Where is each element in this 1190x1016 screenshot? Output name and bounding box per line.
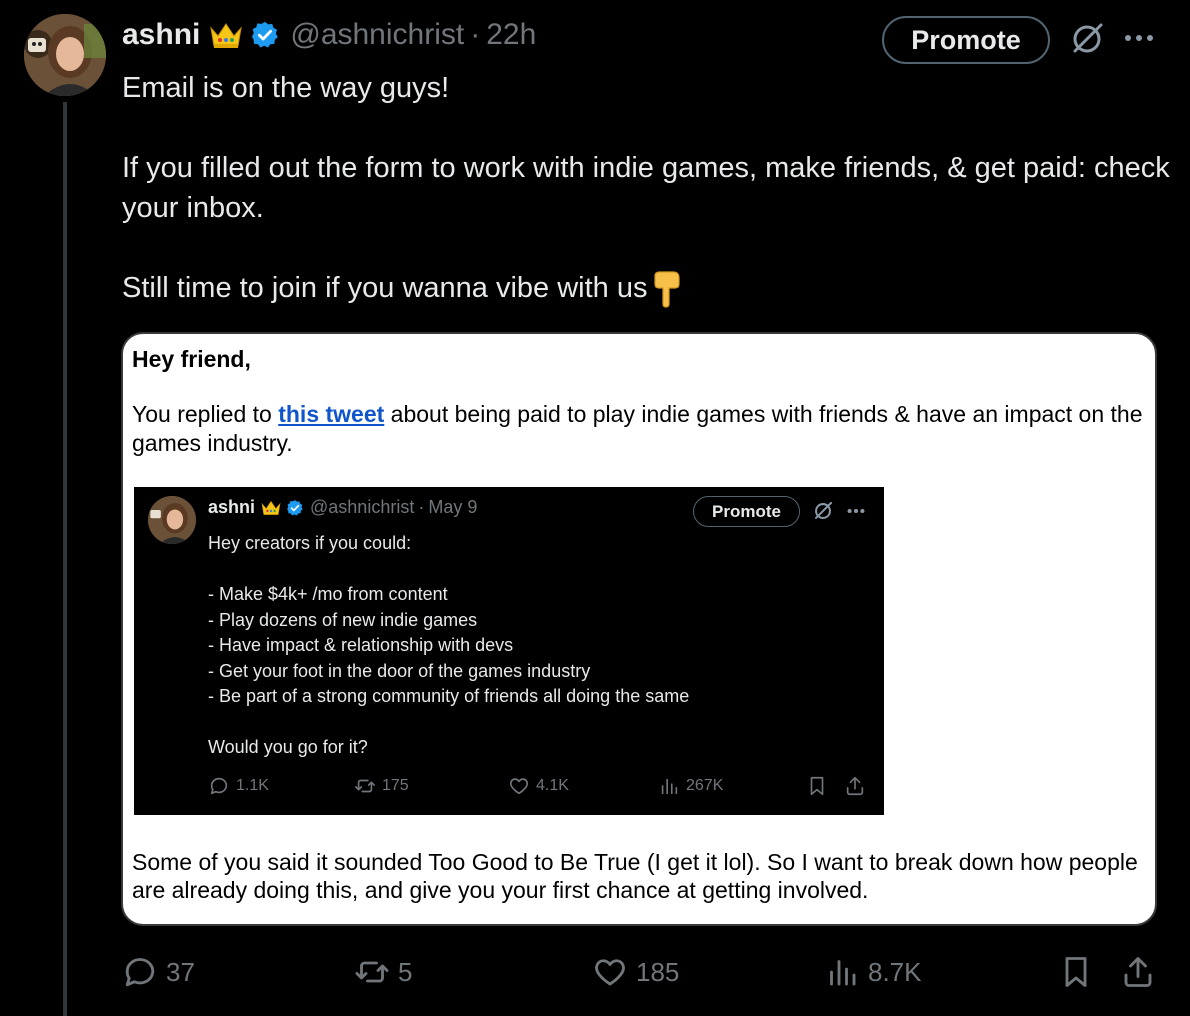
verified-badge-icon bbox=[252, 21, 279, 48]
email-paragraph-2: Some of you said it sounded Too Good to … bbox=[132, 849, 1138, 903]
tweet-header: ashni @ashnichrist · 22h bbox=[122, 14, 536, 56]
embedded-reply-count: 1.1K bbox=[236, 777, 269, 794]
embedded-handle: @ashnichrist bbox=[310, 497, 415, 517]
embedded-date: May 9 bbox=[428, 497, 478, 517]
crown-emoji-icon bbox=[261, 500, 281, 515]
avatar[interactable] bbox=[24, 14, 106, 96]
crown-emoji-icon bbox=[210, 23, 243, 48]
tweet-time[interactable]: 22h bbox=[486, 18, 536, 52]
embedded-intro: Hey creators if you could: bbox=[208, 533, 412, 553]
embedded-tweet: ashni @ashnichrist · May 9 Promote Hey c… bbox=[134, 487, 884, 815]
views-icon bbox=[830, 960, 856, 986]
embedded-author-name: ashni bbox=[208, 497, 256, 517]
embedded-share bbox=[844, 775, 872, 797]
no-hide-icon[interactable] bbox=[1068, 20, 1106, 58]
more-icon bbox=[847, 508, 865, 514]
embedded-like: 4.1K bbox=[508, 775, 569, 797]
author-name[interactable]: ashni bbox=[122, 18, 200, 52]
views-count: 8.7K bbox=[868, 956, 922, 987]
reply-count: 37 bbox=[166, 956, 195, 987]
tweet-line-1: Email is on the way guys! bbox=[122, 72, 450, 104]
embedded-text: Hey creators if you could: - Make $4k+ /… bbox=[208, 531, 848, 761]
no-hide-icon bbox=[815, 501, 833, 519]
share-icon bbox=[1124, 957, 1152, 987]
embedded-views: 267K bbox=[658, 775, 723, 797]
embedded-bullet-1: - Make $4k+ /mo from content bbox=[208, 584, 448, 604]
reply-button[interactable]: 37 bbox=[122, 950, 195, 994]
this-tweet-link[interactable]: this tweet bbox=[278, 401, 384, 427]
separator-dot: · bbox=[470, 18, 481, 51]
repost-count: 5 bbox=[398, 956, 413, 987]
bookmark-button[interactable] bbox=[1058, 950, 1102, 994]
embedded-bullet-4: - Get your foot in the door of the games… bbox=[208, 660, 591, 681]
tweet-line-3-text: Still time to join if you wanna vibe wit… bbox=[122, 272, 648, 304]
embedded-question: Would you go for it? bbox=[208, 737, 368, 757]
embedded-separator: · bbox=[418, 497, 425, 517]
thread-line bbox=[63, 102, 67, 1016]
embedded-bullet-5: - Be part of a strong community of frien… bbox=[208, 686, 690, 706]
email-screenshot-image[interactable]: Hey friend, You replied to this tweet ab… bbox=[121, 332, 1157, 926]
share-icon bbox=[846, 776, 864, 796]
email-paragraph-1: You replied to this tweet about being pa… bbox=[132, 400, 1148, 458]
promote-button[interactable]: Promote bbox=[882, 16, 1050, 64]
repost-icon bbox=[355, 961, 389, 983]
share-button[interactable] bbox=[1120, 950, 1164, 994]
embedded-avatar bbox=[148, 496, 196, 544]
embedded-repost-count: 175 bbox=[382, 777, 409, 794]
like-count: 185 bbox=[636, 956, 680, 987]
tweet-text: Email is on the way guys! If you filled … bbox=[122, 68, 1172, 308]
embedded-bookmark bbox=[806, 775, 834, 797]
email-greeting: Hey friend, bbox=[132, 346, 251, 372]
embedded-action-bar: 1.1K 175 4.1K 267K bbox=[208, 775, 868, 799]
more-icon[interactable] bbox=[1122, 26, 1156, 50]
bookmark-icon bbox=[1065, 957, 1087, 987]
author-handle[interactable]: @ashnichrist bbox=[290, 18, 464, 52]
embedded-bullet-3: - Have impact & relationship with devs bbox=[208, 635, 514, 655]
views-icon bbox=[661, 778, 678, 795]
pointing-down-emoji-icon bbox=[654, 271, 681, 308]
embedded-bullet-2: - Play dozens of new indie games bbox=[208, 609, 478, 630]
embedded-header: ashni @ashnichrist · May 9 bbox=[208, 497, 477, 518]
like-button[interactable]: 185 bbox=[592, 950, 679, 994]
embedded-views-count: 267K bbox=[686, 777, 724, 794]
email-p1-before: You replied to bbox=[132, 401, 279, 427]
reply-icon bbox=[125, 958, 155, 987]
embedded-like-count: 4.1K bbox=[536, 777, 569, 794]
verified-badge-icon bbox=[287, 499, 303, 515]
bookmark-icon bbox=[810, 776, 824, 796]
views-button[interactable]: 8.7K bbox=[824, 950, 922, 994]
like-icon bbox=[509, 778, 529, 795]
tweet-action-bar: 37 5 185 8.7K bbox=[122, 950, 1162, 994]
tweet-line-3: Still time to join if you wanna vibe wit… bbox=[122, 268, 1172, 308]
embedded-repost: 175 bbox=[354, 775, 409, 797]
repost-icon bbox=[355, 779, 375, 793]
repost-button[interactable]: 5 bbox=[354, 950, 412, 994]
reply-icon bbox=[210, 777, 228, 795]
tweet-line-2: If you filled out the form to work with … bbox=[122, 152, 1170, 224]
like-icon bbox=[595, 959, 625, 986]
embedded-promote-button: Promote bbox=[693, 496, 800, 527]
embedded-reply: 1.1K bbox=[208, 775, 269, 797]
